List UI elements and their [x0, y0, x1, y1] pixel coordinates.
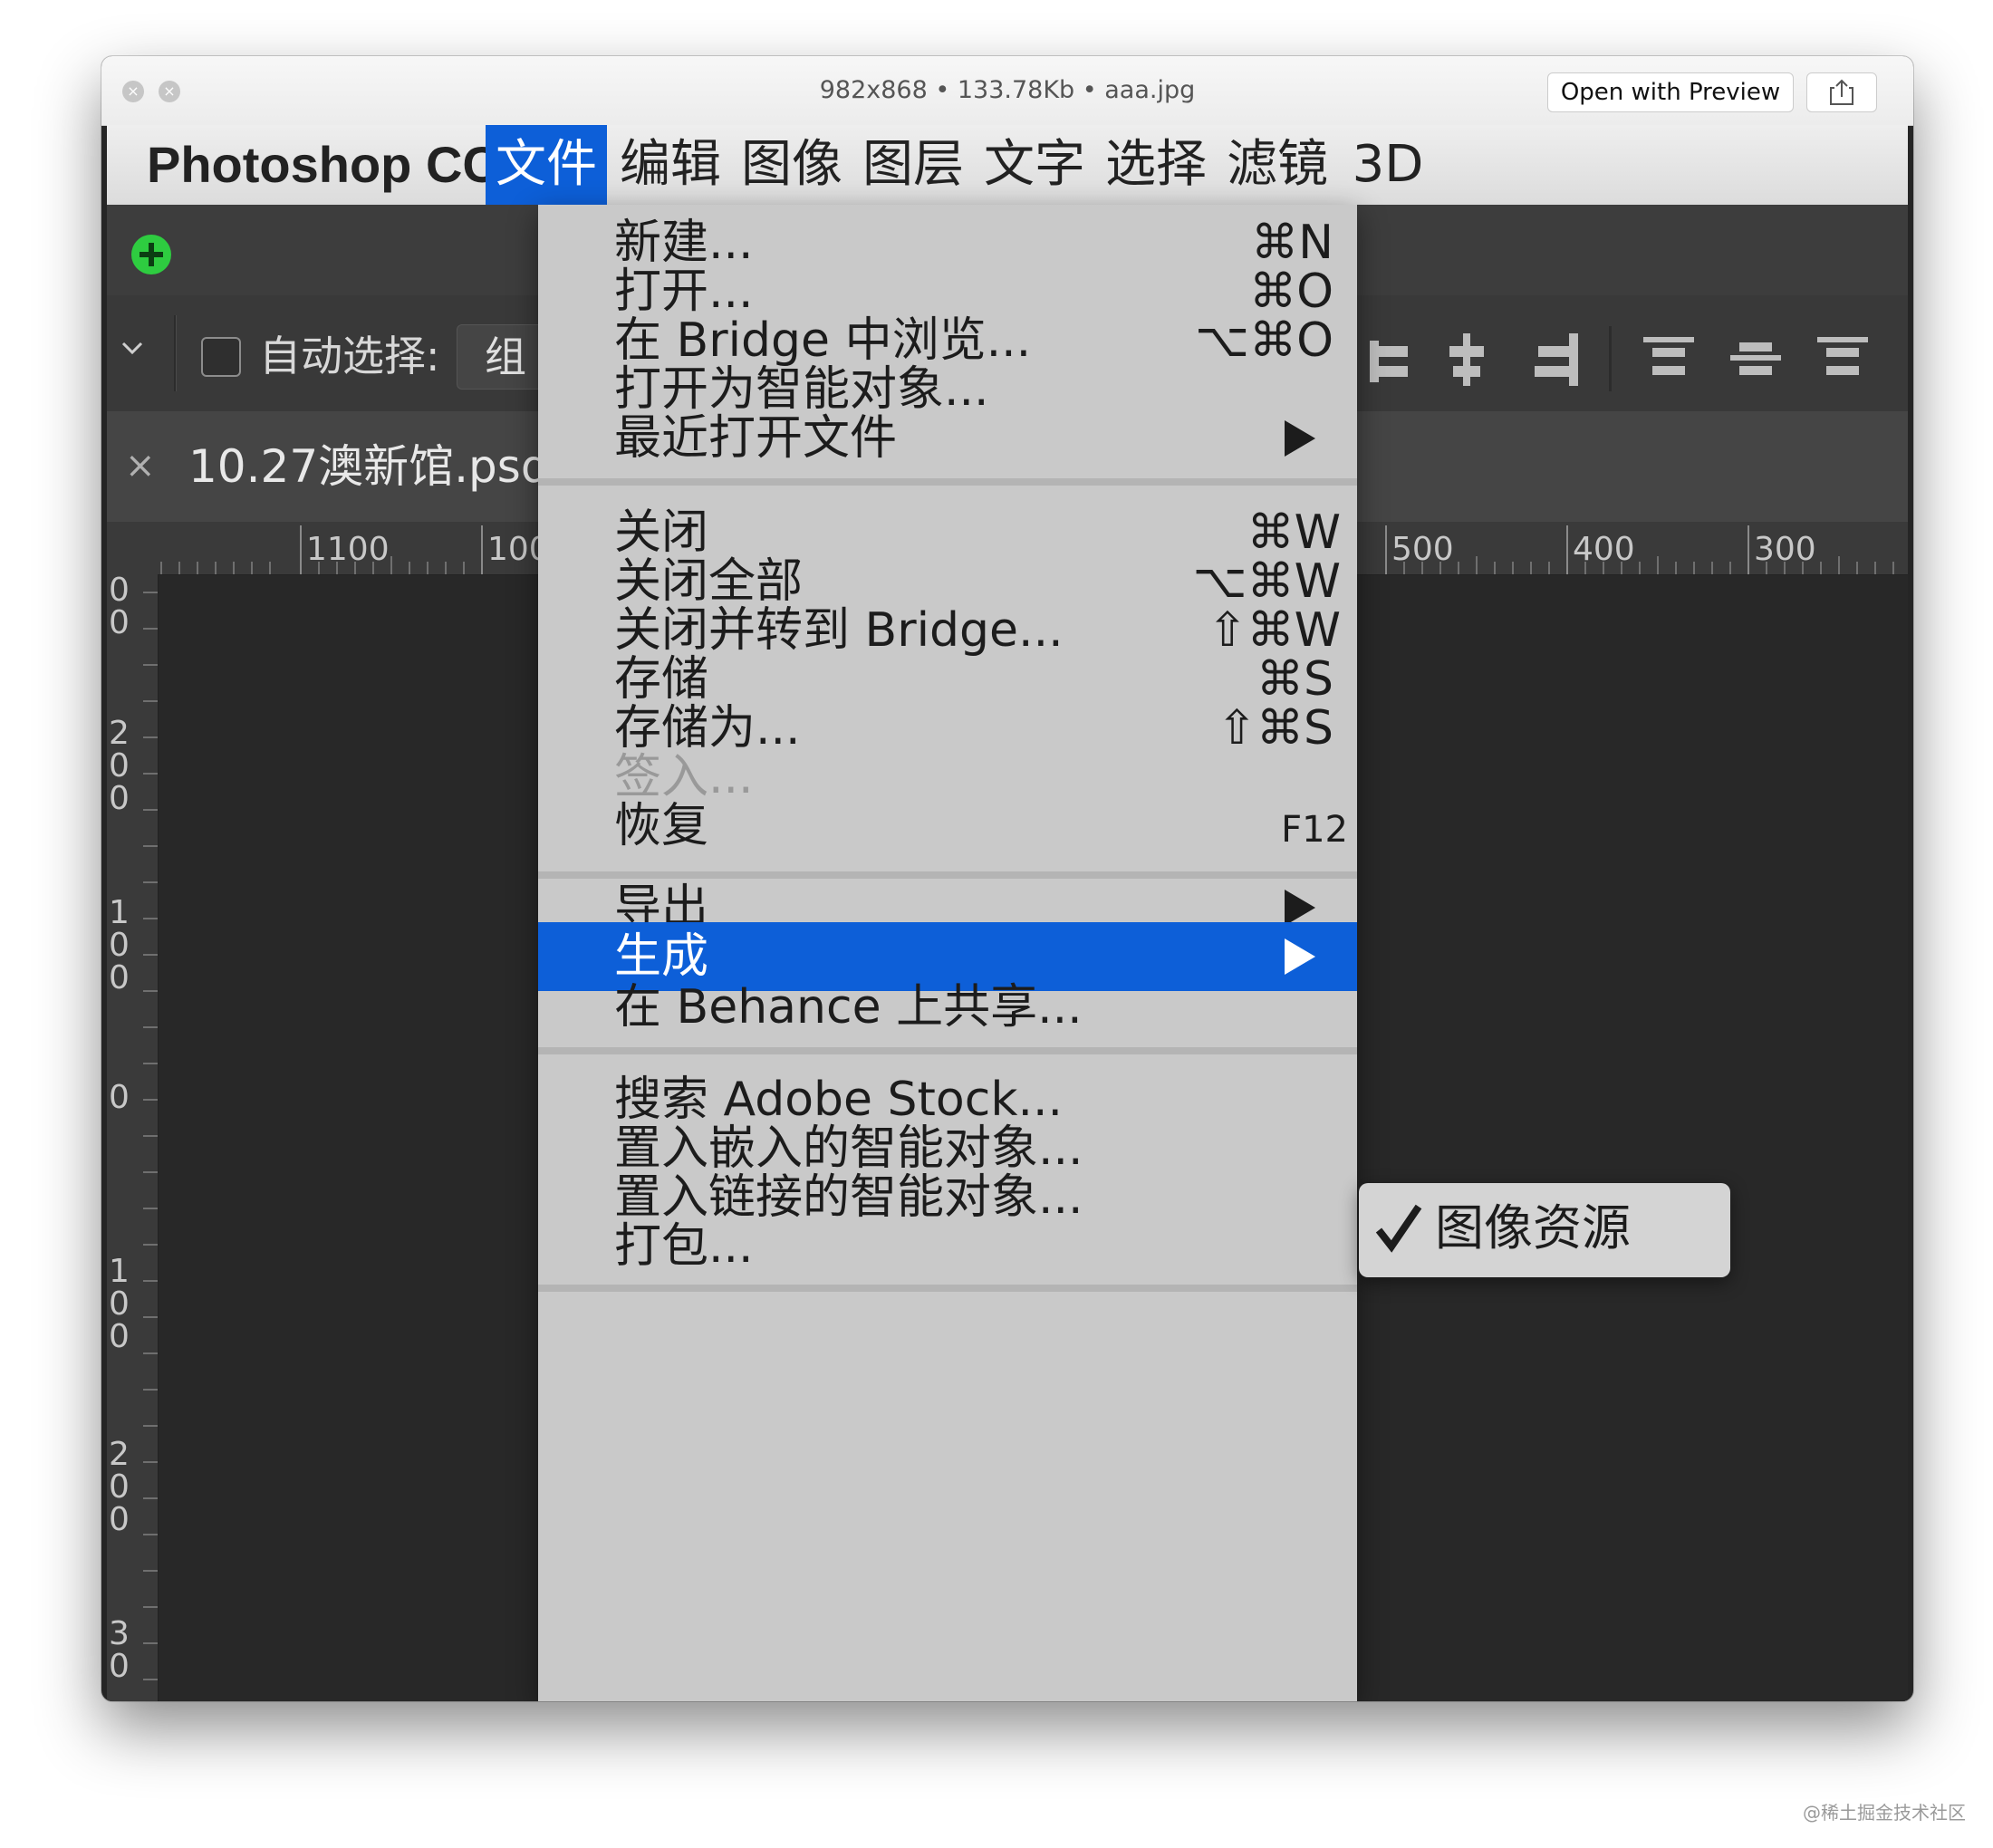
ruler-vlabel: 0	[109, 1079, 130, 1116]
submenu-item-image-assets[interactable]: 图像资源	[1359, 1183, 1730, 1277]
ruler-label: 500	[1391, 531, 1454, 568]
auto-select-label: 自动选择:	[259, 332, 440, 380]
menu-item-share-on-behance[interactable]: 在 Behance 上共享...	[538, 973, 1357, 1042]
menu-item-label: 恢复	[614, 799, 709, 853]
menu-image[interactable]: 图像	[736, 125, 848, 205]
menu-separator	[538, 1047, 1357, 1054]
menu-3d[interactable]: 3D	[1343, 125, 1433, 205]
checkmark-icon	[1375, 1204, 1422, 1253]
add-plus-icon[interactable]	[130, 234, 172, 275]
align-icons-group	[1370, 326, 1868, 391]
chevron-down-icon[interactable]	[116, 332, 149, 364]
submenu-item-label: 图像资源	[1435, 1199, 1631, 1256]
ruler-vlabel: 2 0 0	[109, 715, 130, 817]
submenu-arrow-icon	[1285, 938, 1315, 975]
menu-select[interactable]: 选择	[1100, 125, 1212, 205]
menu-separator	[538, 1285, 1357, 1292]
auto-select-checkbox[interactable]	[201, 337, 241, 377]
ruler-vlabel: 1 0 0	[109, 894, 130, 996]
open-with-preview-button[interactable]: Open with Preview	[1547, 72, 1794, 112]
menu-item-label: 打包...	[614, 1219, 754, 1274]
menu-item-label: 最近打开文件	[614, 411, 898, 466]
menu-item-open-recent[interactable]: 最近打开文件	[538, 404, 1357, 473]
menu-type[interactable]: 文字	[978, 125, 1091, 205]
generate-submenu: 图像资源	[1359, 1183, 1730, 1277]
watermark: @稀土掘金技术社区	[1803, 1802, 1966, 1824]
menu-layer[interactable]: 图层	[857, 125, 969, 205]
divider	[174, 315, 177, 391]
ruler-vlabel: 1 0 0	[109, 1253, 130, 1355]
menu-item-shortcut: F12	[1281, 809, 1348, 851]
quicklook-window: × × 982x868 • 133.78Kb • aaa.jpg Open wi…	[101, 56, 1913, 1701]
ruler-vlabel: 3 0	[109, 1615, 130, 1685]
file-menu-dropdown: 新建... ⌘N 打开... ⌘O 在 Bridge 中浏览... ⌥⌘O 打开…	[538, 205, 1357, 1701]
menu-item-revert[interactable]: 恢复 F12	[538, 792, 1357, 861]
menu-item-label: 在 Behance 上共享...	[614, 980, 1083, 1035]
app-name-menu[interactable]: Photoshop CC	[147, 125, 499, 205]
share-button[interactable]	[1806, 72, 1877, 112]
photoshop-screen: Photoshop CC 文件 编辑 图像 图层 文字 选择 滤镜 3D 自动选…	[107, 125, 1908, 1701]
close-tab-icon[interactable]: ×	[125, 438, 156, 493]
share-icon	[1830, 79, 1853, 105]
ruler-vlabel: 0 0	[109, 572, 130, 641]
photoshop-menubar: Photoshop CC 文件 编辑 图像 图层 文字 选择 滤镜 3D	[107, 125, 1908, 206]
menu-file[interactable]: 文件	[486, 125, 607, 205]
menu-filter[interactable]: 滤镜	[1221, 125, 1333, 205]
ruler-label: 400	[1573, 531, 1635, 568]
menu-edit[interactable]: 编辑	[614, 125, 727, 205]
ruler-label: 300	[1754, 531, 1816, 568]
document-tab-name[interactable]: 10.27澳新馆.psd	[188, 437, 550, 496]
ruler-vlabel: 2 0 0	[109, 1436, 130, 1538]
menu-separator	[538, 478, 1357, 486]
menu-item-package[interactable]: 打包...	[538, 1212, 1357, 1281]
ruler-label: 1100	[306, 531, 390, 568]
window-titlebar: × × 982x868 • 133.78Kb • aaa.jpg Open wi…	[101, 56, 1913, 126]
submenu-arrow-icon	[1285, 420, 1315, 457]
ruler-vertical: 0 0 2 0 0 1 0 0 0 1 0 0 2 0 0 3 0	[107, 574, 159, 1701]
